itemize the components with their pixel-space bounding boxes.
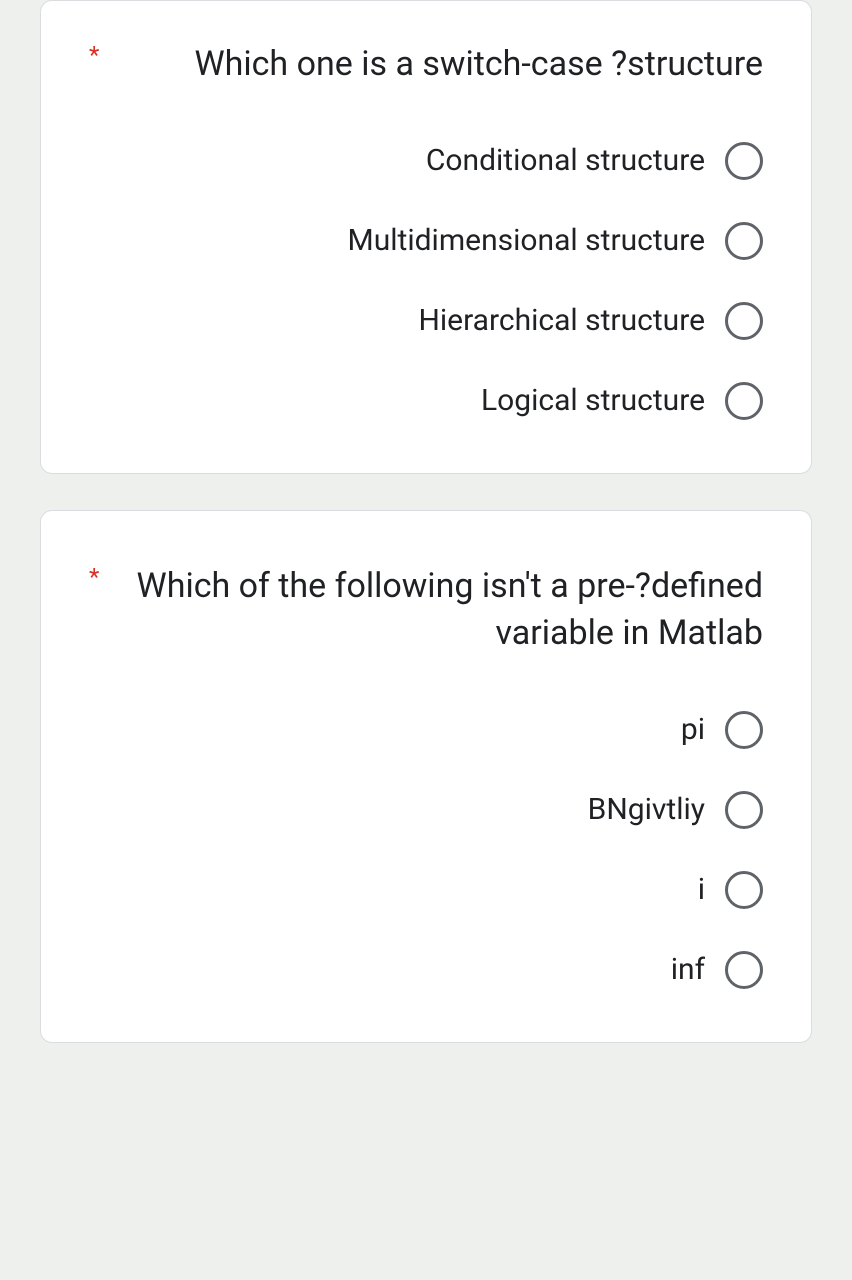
option-label: Multidimensional structure <box>348 223 706 258</box>
options-group: Conditional structure Multidimensional s… <box>89 137 763 425</box>
options-group: pi BNgivtliy i inf <box>89 706 763 994</box>
option-label: Conditional structure <box>426 143 705 178</box>
question-header: * Which one is a switch-case ?structure <box>89 41 763 89</box>
radio-icon[interactable] <box>725 142 763 180</box>
question-card-2: * Which of the following isn't a pre-?de… <box>40 510 812 1043</box>
option-row[interactable]: pi <box>89 706 763 754</box>
option-label: Logical structure <box>481 383 705 418</box>
question-header: * Which of the following isn't a pre-?de… <box>89 563 763 658</box>
radio-icon[interactable] <box>725 871 763 909</box>
radio-icon[interactable] <box>725 791 763 829</box>
required-indicator: * <box>89 563 99 592</box>
radio-icon[interactable] <box>725 222 763 260</box>
option-row[interactable]: Hierarchical structure <box>89 297 763 345</box>
option-row[interactable]: BNgivtliy <box>89 786 763 834</box>
question-text: Which of the following isn't a pre-?defi… <box>111 563 763 658</box>
radio-icon[interactable] <box>725 711 763 749</box>
radio-icon[interactable] <box>725 302 763 340</box>
option-label: BNgivtliy <box>588 792 705 827</box>
option-label: i <box>698 872 705 907</box>
option-row[interactable]: i <box>89 866 763 914</box>
radio-icon[interactable] <box>725 382 763 420</box>
question-text: Which one is a switch-case ?structure <box>111 41 763 89</box>
required-indicator: * <box>89 41 99 70</box>
option-label: Hierarchical structure <box>418 303 705 338</box>
option-row[interactable]: Multidimensional structure <box>89 217 763 265</box>
option-row[interactable]: Logical structure <box>89 377 763 425</box>
option-row[interactable]: inf <box>89 946 763 994</box>
question-card-1: * Which one is a switch-case ?structure … <box>40 0 812 474</box>
option-row[interactable]: Conditional structure <box>89 137 763 185</box>
option-label: pi <box>681 712 705 747</box>
radio-icon[interactable] <box>725 951 763 989</box>
option-label: inf <box>671 952 705 987</box>
